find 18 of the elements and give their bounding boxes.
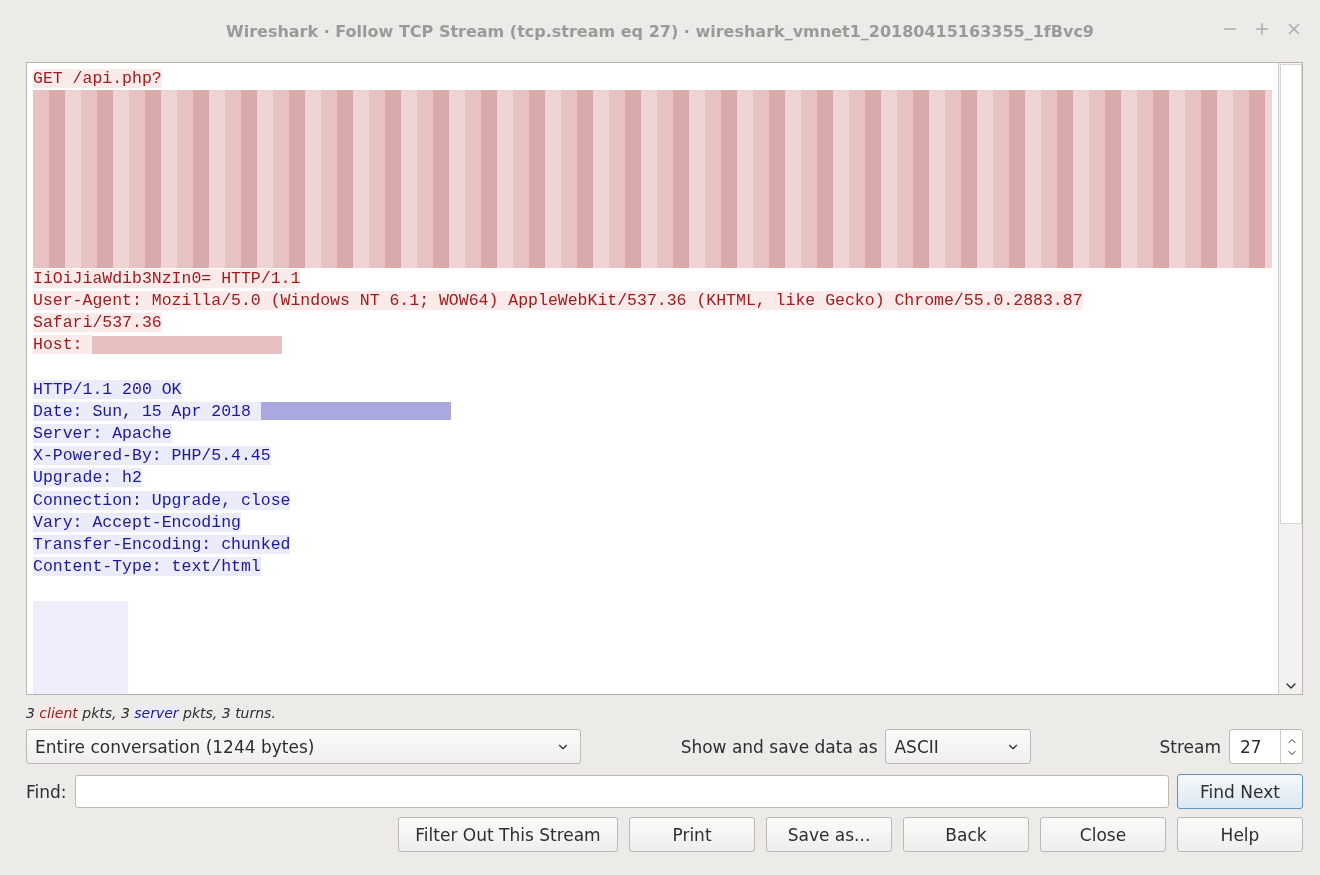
packet-summary: 3 client pkts, 3 server pkts, 3 turns. — [26, 705, 277, 721]
dialog-button[interactable]: Filter Out This Stream — [398, 817, 618, 852]
window-title: Wireshark · Follow TCP Stream (tcp.stream eq 27) · wireshark_vmnet1_20180415163355_1fBvc9 — [226, 21, 1094, 41]
format-select[interactable]: ASCII — [885, 729, 1032, 764]
scrollbar[interactable] — [1278, 63, 1302, 694]
stream-label: Stream — [1159, 736, 1221, 757]
dialog-button[interactable]: Save as... — [766, 817, 892, 852]
conversation-select[interactable]: Entire conversation (1244 bytes) — [26, 729, 581, 764]
dialog-button[interactable]: Print — [629, 817, 755, 852]
dialog-button[interactable]: Help — [1177, 817, 1303, 852]
maximize-icon[interactable] — [1253, 20, 1271, 38]
find-next-button[interactable]: Find Next — [1177, 774, 1303, 809]
dialog-button[interactable]: Close — [1040, 817, 1166, 852]
dialog-button[interactable]: Back — [903, 817, 1029, 852]
find-field[interactable] — [74, 775, 1169, 808]
stream-spinbox[interactable]: 27 — [1229, 729, 1303, 764]
find-label: Find: — [26, 781, 67, 802]
format-label: Show and save data as — [680, 736, 878, 757]
